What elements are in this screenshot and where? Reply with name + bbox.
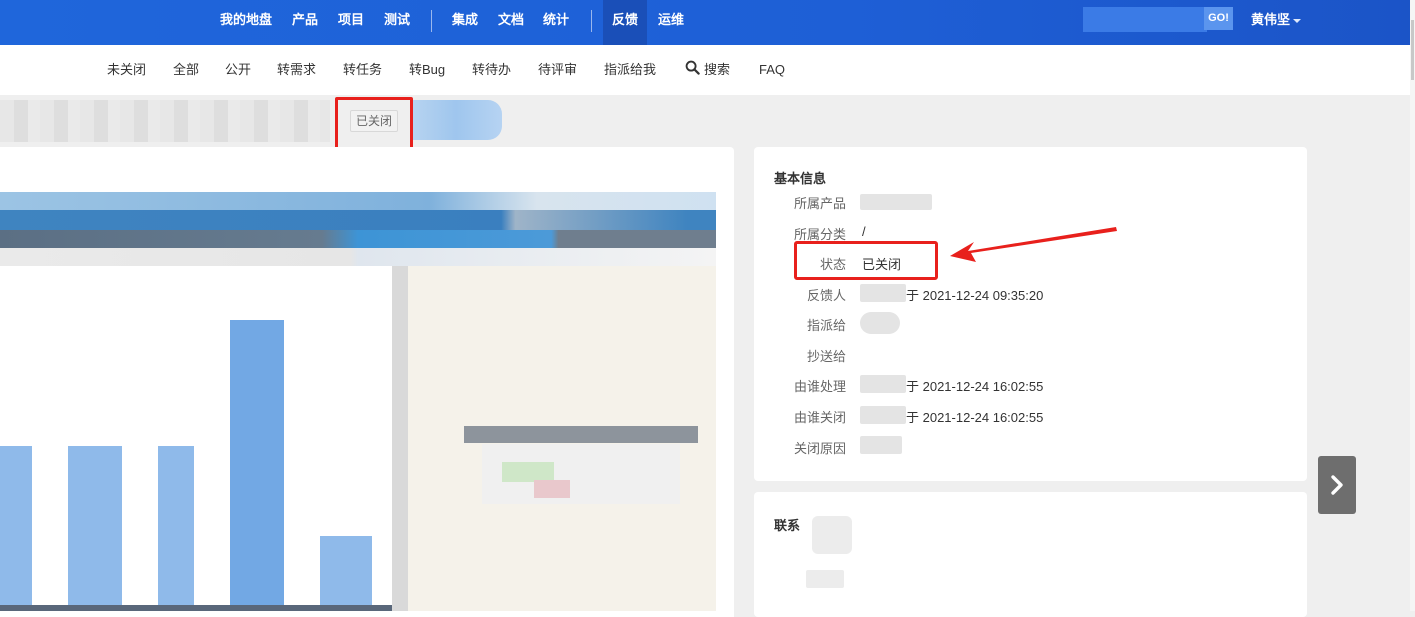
contact-blurred [806, 570, 844, 588]
next-feedback-button[interactable] [1318, 456, 1356, 514]
contact-blurred [812, 516, 852, 554]
contact-title: 联系 [774, 518, 801, 533]
chevron-right-icon [1331, 475, 1343, 495]
contact-panel [754, 492, 1307, 617]
